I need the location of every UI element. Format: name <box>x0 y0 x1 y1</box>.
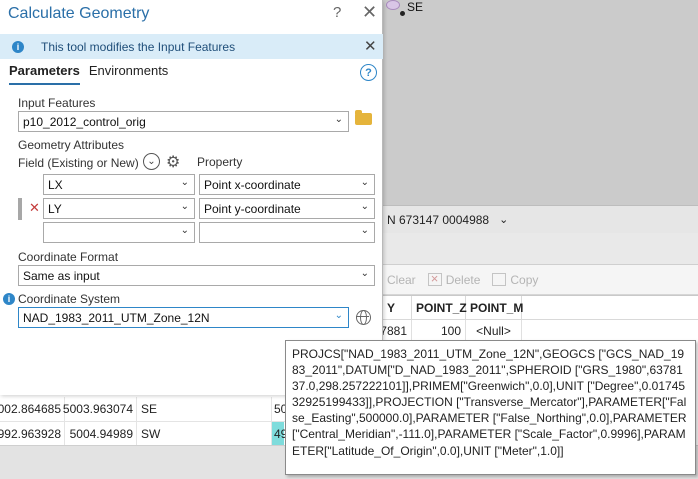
property-dropdown-1[interactable]: Point x-coordinate ⌄ <box>199 174 375 195</box>
view-tab-strip <box>383 233 698 265</box>
cell-partial-selected: 49 <box>272 422 287 446</box>
coordinate-format-dropdown[interactable]: Same as input ⌄ <box>18 265 375 286</box>
table-header: Y POINT_Z POINT_M <box>383 296 698 320</box>
field-column-label: Field (Existing or New) <box>18 156 139 170</box>
property-dropdown-2[interactable]: Point y-coordinate ⌄ <box>199 198 375 219</box>
chevron-down-icon: ⌄ <box>334 310 343 321</box>
chevron-down-icon[interactable]: ⌄ <box>499 213 508 226</box>
chevron-down-icon: ⌄ <box>360 201 369 212</box>
globe-icon[interactable] <box>356 310 371 325</box>
coordinate-system-tooltip: PROJCS["NAD_1983_2011_UTM_Zone_12N",GEOG… <box>285 340 696 475</box>
tab-parameters[interactable]: Parameters <box>9 63 80 85</box>
copy-icon <box>492 273 507 286</box>
delete-icon <box>427 271 442 286</box>
folder-icon[interactable] <box>355 110 372 125</box>
geometry-attributes-label: Geometry Attributes <box>18 138 125 152</box>
coordinate-system-value: NAD_1983_2011_UTM_Zone_12N <box>23 310 210 325</box>
coordinate-readout[interactable]: N 673147 0004988 ⌄ <box>383 205 698 233</box>
column-header-point-m[interactable]: POINT_M <box>466 296 523 319</box>
info-text: This tool modifies the Input Features <box>41 39 236 54</box>
tool-help-icon[interactable]: ? <box>360 64 377 81</box>
map-point-dot <box>400 11 405 16</box>
coordinate-format-label: Coordinate Format <box>18 250 119 264</box>
copy-label: Copy <box>510 272 539 287</box>
title-bar: Calculate Geometry <box>0 0 383 28</box>
cell-y: 5004.94989 <box>65 422 137 446</box>
property-value: Point x-coordinate <box>204 177 301 192</box>
tab-environments[interactable]: Environments <box>89 63 168 85</box>
cell-point-z: 100 <box>412 320 466 342</box>
chevron-down-icon: ⌄ <box>360 177 369 188</box>
field-value: LY <box>48 201 62 216</box>
column-header-y[interactable]: Y <box>383 296 412 319</box>
cell-y: 5003.963074 <box>63 397 137 421</box>
cell-x: 4992.963928 <box>0 422 65 446</box>
chevron-down-icon: ⌄ <box>180 225 189 236</box>
info-banner: i This tool modifies the Input Features … <box>0 34 383 59</box>
close-icon[interactable]: ✕ <box>362 2 377 23</box>
chevron-down-icon: ⌄ <box>360 225 369 236</box>
chevron-down-icon: ⌄ <box>180 201 189 212</box>
field-dropdown-2[interactable]: LY ⌄ <box>43 198 195 219</box>
field-value: LX <box>48 177 63 192</box>
close-icon[interactable]: ✕ <box>364 37 377 55</box>
chevron-down-icon: ⌄ <box>360 268 369 279</box>
coordinate-text: N 673147 0004988 <box>387 212 490 227</box>
table-row[interactable]: 77881 100 <Null> <box>374 320 523 342</box>
cell-name: SE <box>137 397 272 421</box>
tooltip-text: PROJCS["NAD_1983_2011_UTM_Zone_12N",GEOG… <box>292 347 687 458</box>
input-features-label: Input Features <box>18 96 96 110</box>
map-point-label: SE <box>407 0 424 14</box>
property-value: Point y-coordinate <box>204 201 301 216</box>
info-icon[interactable]: i <box>3 293 15 305</box>
copy-button[interactable]: Copy <box>492 273 538 287</box>
cell-name: SW <box>137 422 272 446</box>
column-header-point-z[interactable]: POINT_Z <box>412 296 467 319</box>
calculate-geometry-pane: Calculate Geometry ? ✕ i This tool modif… <box>0 0 383 395</box>
coordinate-system-label: Coordinate System <box>18 292 121 306</box>
clear-selection-button[interactable]: Clear <box>387 273 416 287</box>
map-point-symbol[interactable] <box>386 0 400 10</box>
cell-x: 5002.864685 <box>0 397 65 421</box>
property-dropdown-3[interactable]: ⌄ <box>199 222 375 243</box>
field-dropdown-1[interactable]: LX ⌄ <box>43 174 195 195</box>
row-drag-handle[interactable] <box>18 198 22 220</box>
field-dropdown-3[interactable]: ⌄ <box>43 222 195 243</box>
clear-label: Clear <box>387 272 416 287</box>
cell-partial: 50 <box>272 397 287 421</box>
input-features-value: p10_2012_control_orig <box>23 114 146 129</box>
delete-button[interactable]: Delete <box>427 271 481 287</box>
help-button[interactable]: ? <box>333 4 341 21</box>
chevron-down-circle-icon[interactable]: ⌄ <box>143 153 160 170</box>
coordinate-format-value: Same as input <box>23 268 100 283</box>
cell-y: 77881 <box>374 320 412 342</box>
chevron-down-icon: ⌄ <box>180 177 189 188</box>
pane-title: Calculate Geometry <box>8 5 150 22</box>
input-features-dropdown[interactable]: p10_2012_control_orig ⌄ <box>18 111 349 132</box>
property-column-label: Property <box>197 155 243 169</box>
gear-icon[interactable]: ⚙ <box>166 152 180 172</box>
cell-point-m: <Null> <box>466 320 522 342</box>
info-icon: i <box>12 40 24 53</box>
coordinate-system-dropdown[interactable]: NAD_1983_2011_UTM_Zone_12N ⌄ <box>18 307 349 328</box>
remove-row-icon[interactable]: ✕ <box>29 200 40 216</box>
delete-label: Delete <box>445 272 481 287</box>
chevron-down-icon: ⌄ <box>334 114 343 125</box>
table-toolbar: Clear Delete Copy <box>383 265 698 295</box>
pane-tabs: Parameters Environments <box>9 63 168 85</box>
